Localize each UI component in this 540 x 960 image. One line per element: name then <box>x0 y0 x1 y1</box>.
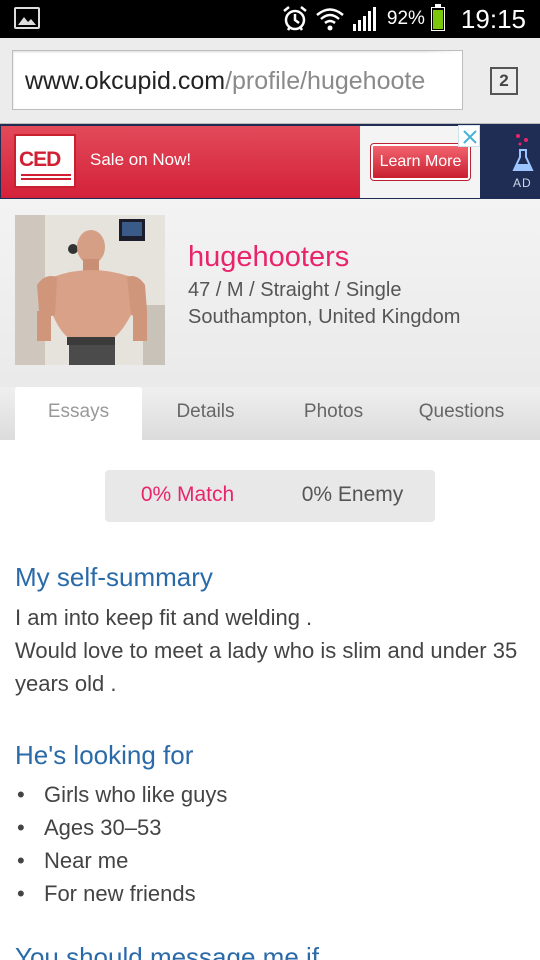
gallery-icon <box>14 7 40 29</box>
tab-questions[interactable]: Questions <box>398 387 525 440</box>
self-summary-heading: My self-summary <box>15 562 213 592</box>
match-percent: 0% Match <box>140 483 235 506</box>
list-item: Girls who like guys <box>15 778 525 811</box>
tab-switcher-button[interactable]: 2 <box>490 67 518 95</box>
profile-location: Southampton, United Kingdom <box>188 306 461 328</box>
learn-more-button[interactable]: Learn More <box>370 143 471 181</box>
url-field[interactable]: www.okcupid.com/profile/hugehoote <box>12 50 463 110</box>
profile-meta: 47 / M / Straight / Single Southampton, … <box>188 277 460 331</box>
ad-close-icon[interactable] <box>458 125 480 147</box>
looking-for-heading: He's looking for <box>15 740 194 770</box>
list-item: Near me <box>15 844 525 877</box>
match-box: 0% Match 0% Enemy <box>105 470 435 522</box>
list-item: Ages 30–53 <box>15 811 525 844</box>
status-bar: 92% 19:15 <box>0 0 540 38</box>
tab-essays[interactable]: Essays <box>15 387 142 441</box>
profile-username: hugehooters <box>188 241 350 273</box>
tab-photos[interactable]: Photos <box>270 387 397 440</box>
list-item: For new friends <box>15 877 525 910</box>
wifi-icon <box>316 8 344 31</box>
self-summary-text: I am into keep fit and welding . Would l… <box>15 601 525 700</box>
profile-details: 47 / M / Straight / Single <box>188 279 402 301</box>
self-summary-line: Would love to meet a lady who is slim an… <box>15 638 518 696</box>
browser-toolbar: www.okcupid.com/profile/hugehoote 2 <box>0 38 540 124</box>
battery-percent: 92% <box>386 8 425 29</box>
signal-icon <box>352 7 376 31</box>
message-me-if-heading: You should message me if... <box>15 942 341 960</box>
battery-icon <box>430 4 445 31</box>
ad-label: AD <box>513 176 532 190</box>
clock: 19:15 <box>460 3 526 34</box>
self-summary-line: I am into keep fit and welding . <box>15 605 313 630</box>
enemy-percent: 0% Enemy <box>301 483 404 506</box>
url-path: /profile/hugehoote <box>225 67 426 95</box>
profile-tabs: Essays Details Photos Questions <box>0 387 540 441</box>
tab-details[interactable]: Details <box>142 387 269 440</box>
looking-for-list: Girls who like guys Ages 30–53 Near me F… <box>15 778 525 910</box>
profile-photo[interactable] <box>15 215 165 365</box>
flask-icon <box>512 134 534 171</box>
url-domain: www.okcupid.com <box>25 67 226 95</box>
profile-header: hugehooters 47 / M / Straight / Single S… <box>0 199 540 387</box>
ad-headline: Sale on Now! <box>90 150 192 169</box>
alarm-icon <box>283 6 307 31</box>
ad-logo: CED <box>14 134 76 188</box>
